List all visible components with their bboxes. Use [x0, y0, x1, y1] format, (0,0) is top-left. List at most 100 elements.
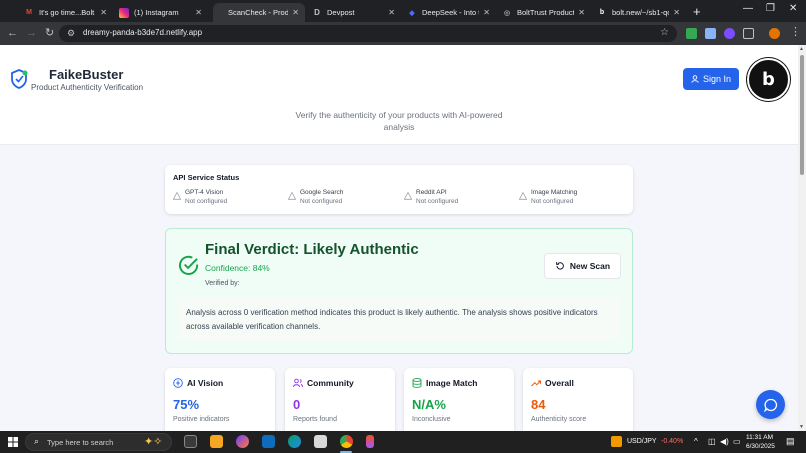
tab-title: (1) Instagram	[134, 8, 179, 17]
task-view-icon[interactable]	[184, 435, 197, 448]
browser-tab-scancheck[interactable]: ScanCheck - Product ✕	[213, 3, 305, 22]
windows-start-icon[interactable]	[8, 437, 18, 447]
verdict-card: Final Verdict: Likely Authentic Confiden…	[165, 228, 633, 354]
browser-toolbar: ← → ↻ ⚙ dreamy-panda-b3de7d.netlify.app …	[0, 22, 806, 45]
devpost-icon: D	[314, 8, 320, 17]
scroll-down-icon[interactable]: ▼	[799, 424, 804, 430]
new-scan-button[interactable]: New Scan	[544, 253, 621, 279]
bolt-icon: b	[599, 9, 605, 16]
database-icon	[412, 378, 422, 388]
edge-icon[interactable]	[288, 435, 301, 448]
site-header: FaikeBuster Product Authenticity Verific…	[0, 45, 798, 145]
store-icon[interactable]	[314, 435, 327, 448]
browser-tab-instagram[interactable]: (1) Instagram ✕	[113, 3, 208, 22]
clock-time[interactable]: 11:31 AM	[746, 434, 773, 441]
browser-tab-bolt[interactable]: b bolt.new/~/sb1-qcp ✕	[591, 3, 686, 22]
metric-label: Image Match	[426, 378, 478, 388]
window-close-icon[interactable]: ✕	[789, 3, 797, 14]
outlook-icon[interactable]	[262, 435, 275, 448]
network-icon[interactable]: ◫	[708, 437, 716, 446]
sign-in-button[interactable]: Sign In	[683, 68, 739, 90]
ticker-name[interactable]: USD/JPY	[627, 438, 657, 445]
browser-tab-gmail[interactable]: M It's go time...Bolt is f ✕	[18, 3, 113, 22]
scroll-thumb[interactable]	[800, 55, 804, 175]
new-tab-icon[interactable]: +	[693, 4, 701, 19]
close-icon[interactable]: ✕	[483, 8, 490, 17]
api-status: Not configured	[185, 198, 228, 205]
url-text[interactable]: dreamy-panda-b3de7d.netlify.app	[83, 28, 202, 37]
api-status: Not configured	[531, 198, 574, 205]
new-scan-label: New Scan	[569, 261, 611, 271]
verified-by-label: Verified by:	[205, 280, 240, 287]
metric-value: 84	[531, 397, 546, 412]
address-bar[interactable]: ⚙ dreamy-panda-b3de7d.netlify.app ☆	[59, 25, 677, 42]
close-icon[interactable]: ✕	[388, 8, 395, 17]
badge-letter: b	[762, 69, 775, 90]
api-name: Image Matching	[531, 189, 578, 196]
sparkle-icon: ✦✧	[144, 436, 163, 448]
file-explorer-icon[interactable]	[210, 435, 223, 448]
search-icon: ⌕	[34, 436, 40, 446]
metric-description: Positive indicators	[173, 416, 230, 423]
verdict-title: Final Verdict: Likely Authentic	[205, 241, 419, 258]
close-icon[interactable]: ✕	[195, 8, 202, 17]
close-icon[interactable]: ✕	[673, 8, 680, 17]
browser-tab-deepseek[interactable]: ◆ DeepSeek - Into the ✕	[401, 3, 496, 22]
close-icon[interactable]: ✕	[100, 8, 107, 17]
metric-card-image-match: Image Match N/A% Inconclusive	[404, 368, 514, 431]
sign-in-label: Sign In	[702, 74, 732, 84]
bookmark-star-icon[interactable]: ☆	[660, 27, 669, 38]
back-icon[interactable]: ←	[7, 27, 18, 39]
chrome-icon[interactable]	[340, 435, 353, 448]
gmail-icon: M	[26, 9, 32, 16]
brand-name: FaikeBuster	[49, 67, 124, 82]
api-name: GPT-4 Vision	[185, 189, 224, 196]
chevron-up-icon[interactable]: ^	[694, 437, 698, 446]
battery-icon[interactable]: ▭	[733, 437, 741, 446]
extension-meet-icon[interactable]	[686, 28, 697, 39]
forward-icon[interactable]: →	[26, 27, 37, 39]
taskbar-search-input[interactable]: ⌕ Type here to search ✦✧	[25, 433, 172, 451]
check-circle-icon	[179, 255, 199, 275]
metric-card-community: Community 0 Reports found	[285, 368, 395, 431]
close-icon[interactable]: ✕	[292, 8, 299, 17]
notifications-icon[interactable]: ▤	[786, 436, 795, 447]
tab-title: Devpost	[327, 8, 355, 17]
metric-description: Reports found	[293, 416, 337, 423]
metric-value: 75%	[173, 397, 200, 412]
metric-value: N/A%	[412, 397, 446, 412]
api-status: Not configured	[416, 198, 459, 205]
metric-card-ai-vision: AI Vision 75% Positive indicators	[165, 368, 275, 431]
browser-tab-bolttrust[interactable]: ◎ BoltTrust Product Ve ✕	[496, 3, 591, 22]
restore-icon[interactable]: ❐	[766, 3, 775, 14]
extension-icon[interactable]	[705, 28, 716, 39]
menu-dots-icon[interactable]: ⋮	[790, 26, 801, 38]
copilot-icon[interactable]	[236, 435, 249, 448]
reload-icon[interactable]: ↻	[45, 27, 54, 39]
browser-tab-devpost[interactable]: D Devpost ✕	[306, 3, 401, 22]
bolt-badge-logo[interactable]: b	[747, 58, 790, 101]
shield-logo-icon	[11, 69, 28, 89]
tab-title: BoltTrust Product Ve	[517, 8, 575, 17]
minimize-icon[interactable]: —	[743, 3, 753, 14]
rotate-ccw-icon	[555, 262, 564, 270]
user-icon	[691, 75, 699, 83]
extension-icon[interactable]	[724, 28, 735, 39]
trend-up-icon	[531, 380, 541, 387]
search-placeholder: Type here to search	[47, 438, 114, 447]
chat-bubble-icon	[763, 398, 777, 412]
extensions-puzzle-icon[interactable]	[743, 28, 754, 39]
metric-description: Inconclusive	[412, 416, 451, 423]
close-icon[interactable]: ✕	[578, 8, 585, 17]
volume-icon[interactable]: ◀)	[720, 437, 729, 446]
scroll-up-icon[interactable]: ▲	[799, 46, 804, 52]
figma-icon[interactable]	[366, 435, 374, 448]
currency-icon	[611, 436, 622, 447]
clock-date[interactable]: 6/30/2025	[746, 443, 775, 450]
site-info-icon[interactable]: ⚙	[67, 28, 75, 39]
chat-button[interactable]	[756, 390, 785, 419]
analysis-summary: Analysis across 0 verification method in…	[178, 297, 621, 341]
page-scrollbar[interactable]: ▲ ▼	[798, 45, 806, 431]
profile-avatar[interactable]	[769, 28, 780, 39]
verdict-confidence: Confidence: 84%	[205, 263, 270, 273]
